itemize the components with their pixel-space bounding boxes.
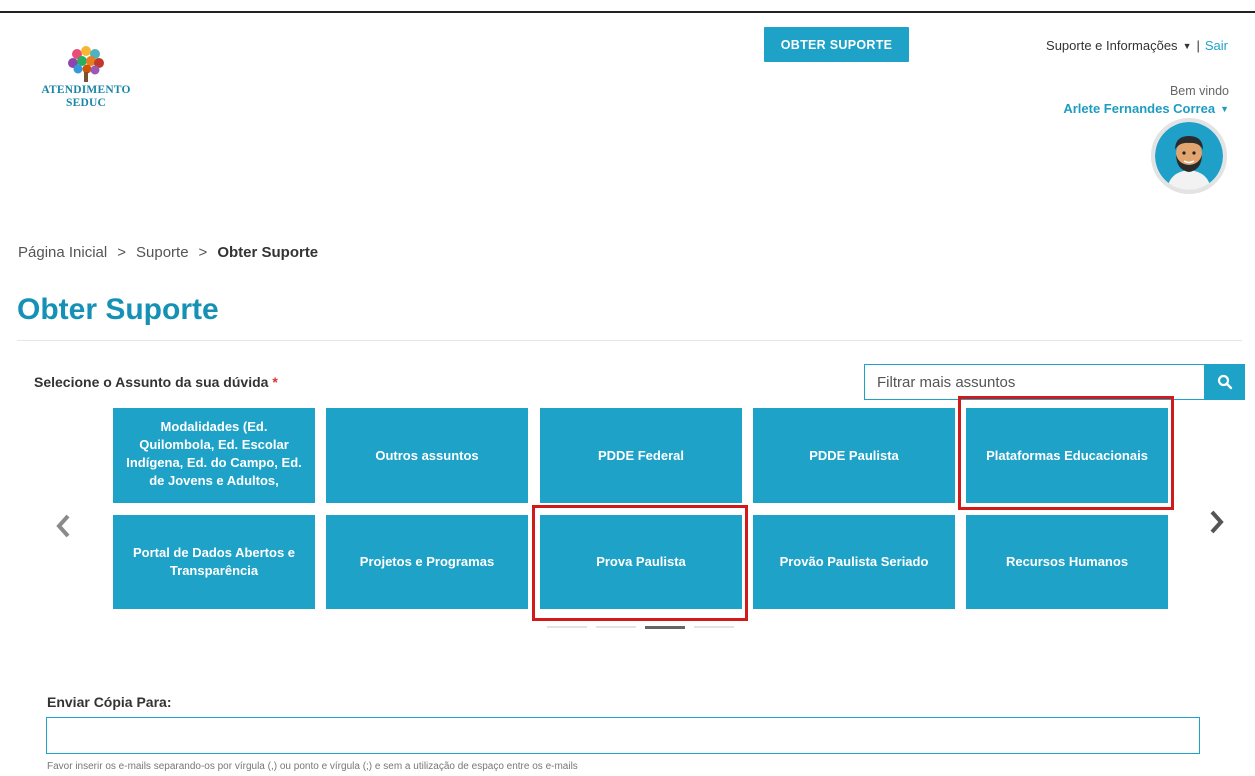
breadcrumb-separator: > bbox=[117, 244, 126, 261]
subject-tile-provao-paulista-seriado[interactable]: Provão Paulista Seriado bbox=[753, 515, 955, 609]
subject-tile-prova-paulista[interactable]: Prova Paulista bbox=[540, 515, 742, 609]
atendimento-seduc-logo[interactable]: ATENDIMENTO SEDUC bbox=[34, 44, 138, 110]
breadcrumb: Página Inicial > Suporte > Obter Suporte bbox=[18, 244, 318, 261]
subject-tile-pdde-federal[interactable]: PDDE Federal bbox=[540, 408, 742, 503]
carousel-dot-1[interactable] bbox=[547, 626, 587, 628]
support-info-label: Suporte e Informações bbox=[1046, 38, 1178, 53]
subject-label-text: Selecione o Assunto da sua dúvida bbox=[34, 374, 269, 390]
chevron-left-icon bbox=[56, 514, 70, 538]
subject-tile-plataformas-educacionais[interactable]: Plataformas Educacionais bbox=[966, 408, 1168, 503]
logout-link[interactable]: Sair bbox=[1205, 38, 1228, 53]
obter-suporte-button[interactable]: OBTER SUPORTE bbox=[764, 27, 909, 62]
carousel-dot-3-active[interactable] bbox=[645, 626, 685, 629]
subject-label: Selecione o Assunto da sua dúvida * bbox=[34, 374, 278, 390]
page-title: Obter Suporte bbox=[17, 293, 219, 326]
nav-separator: | bbox=[1196, 38, 1200, 53]
copy-to-emails-input[interactable] bbox=[46, 717, 1200, 754]
carousel-prev-button[interactable] bbox=[48, 506, 78, 546]
support-info-menu[interactable]: Suporte e Informações ▼ bbox=[1046, 38, 1191, 53]
breadcrumb-current: Obter Suporte bbox=[217, 244, 319, 261]
subject-tile-pdde-paulista[interactable]: PDDE Paulista bbox=[753, 408, 955, 503]
logo-line-2: SEDUC bbox=[66, 97, 106, 109]
breadcrumb-separator: > bbox=[198, 244, 208, 261]
carousel-dot-4[interactable] bbox=[694, 626, 734, 628]
subject-tile-projetos-programas[interactable]: Projetos e Programas bbox=[326, 515, 528, 609]
caret-down-icon: ▼ bbox=[1220, 103, 1229, 114]
breadcrumb-suporte[interactable]: Suporte bbox=[136, 244, 189, 261]
subject-tile-modalidades[interactable]: Modalidades (Ed. Quilombola, Ed. Escolar… bbox=[113, 408, 315, 503]
logo-tree-icon bbox=[68, 46, 104, 82]
search-button[interactable] bbox=[1205, 364, 1245, 400]
top-nav: Suporte e Informações ▼ | Sair bbox=[1046, 38, 1228, 53]
logo-line-1: ATENDIMENTO bbox=[41, 84, 131, 96]
avatar[interactable] bbox=[1151, 118, 1227, 194]
required-mark: * bbox=[272, 374, 278, 390]
carousel-pagination bbox=[547, 626, 734, 629]
search-icon bbox=[1217, 374, 1233, 390]
subject-tile-outros-assuntos[interactable]: Outros assuntos bbox=[326, 408, 528, 503]
copy-to-help-text: Favor inserir os e-mails separando-os po… bbox=[47, 761, 578, 772]
username-label: Arlete Fernandes Correa bbox=[1063, 101, 1216, 116]
subject-tile-recursos-humanos[interactable]: Recursos Humanos bbox=[966, 515, 1168, 609]
chevron-right-icon bbox=[1210, 510, 1224, 534]
subject-tile-portal-dados-abertos[interactable]: Portal de Dados Abertos e Transparência bbox=[113, 515, 315, 609]
breadcrumb-home[interactable]: Página Inicial bbox=[18, 244, 107, 261]
top-border bbox=[0, 11, 1255, 13]
user-menu[interactable]: Arlete Fernandes Correa ▼ bbox=[1063, 101, 1229, 116]
divider bbox=[17, 340, 1242, 341]
welcome-text: Bem vindo bbox=[1169, 84, 1229, 98]
avatar-illustration bbox=[1155, 122, 1223, 190]
copy-to-label: Enviar Cópia Para: bbox=[47, 694, 172, 710]
filter-subjects-input[interactable] bbox=[864, 364, 1205, 400]
caret-down-icon: ▼ bbox=[1182, 40, 1192, 51]
carousel-dot-2[interactable] bbox=[596, 626, 636, 628]
carousel-next-button[interactable] bbox=[1202, 502, 1232, 542]
